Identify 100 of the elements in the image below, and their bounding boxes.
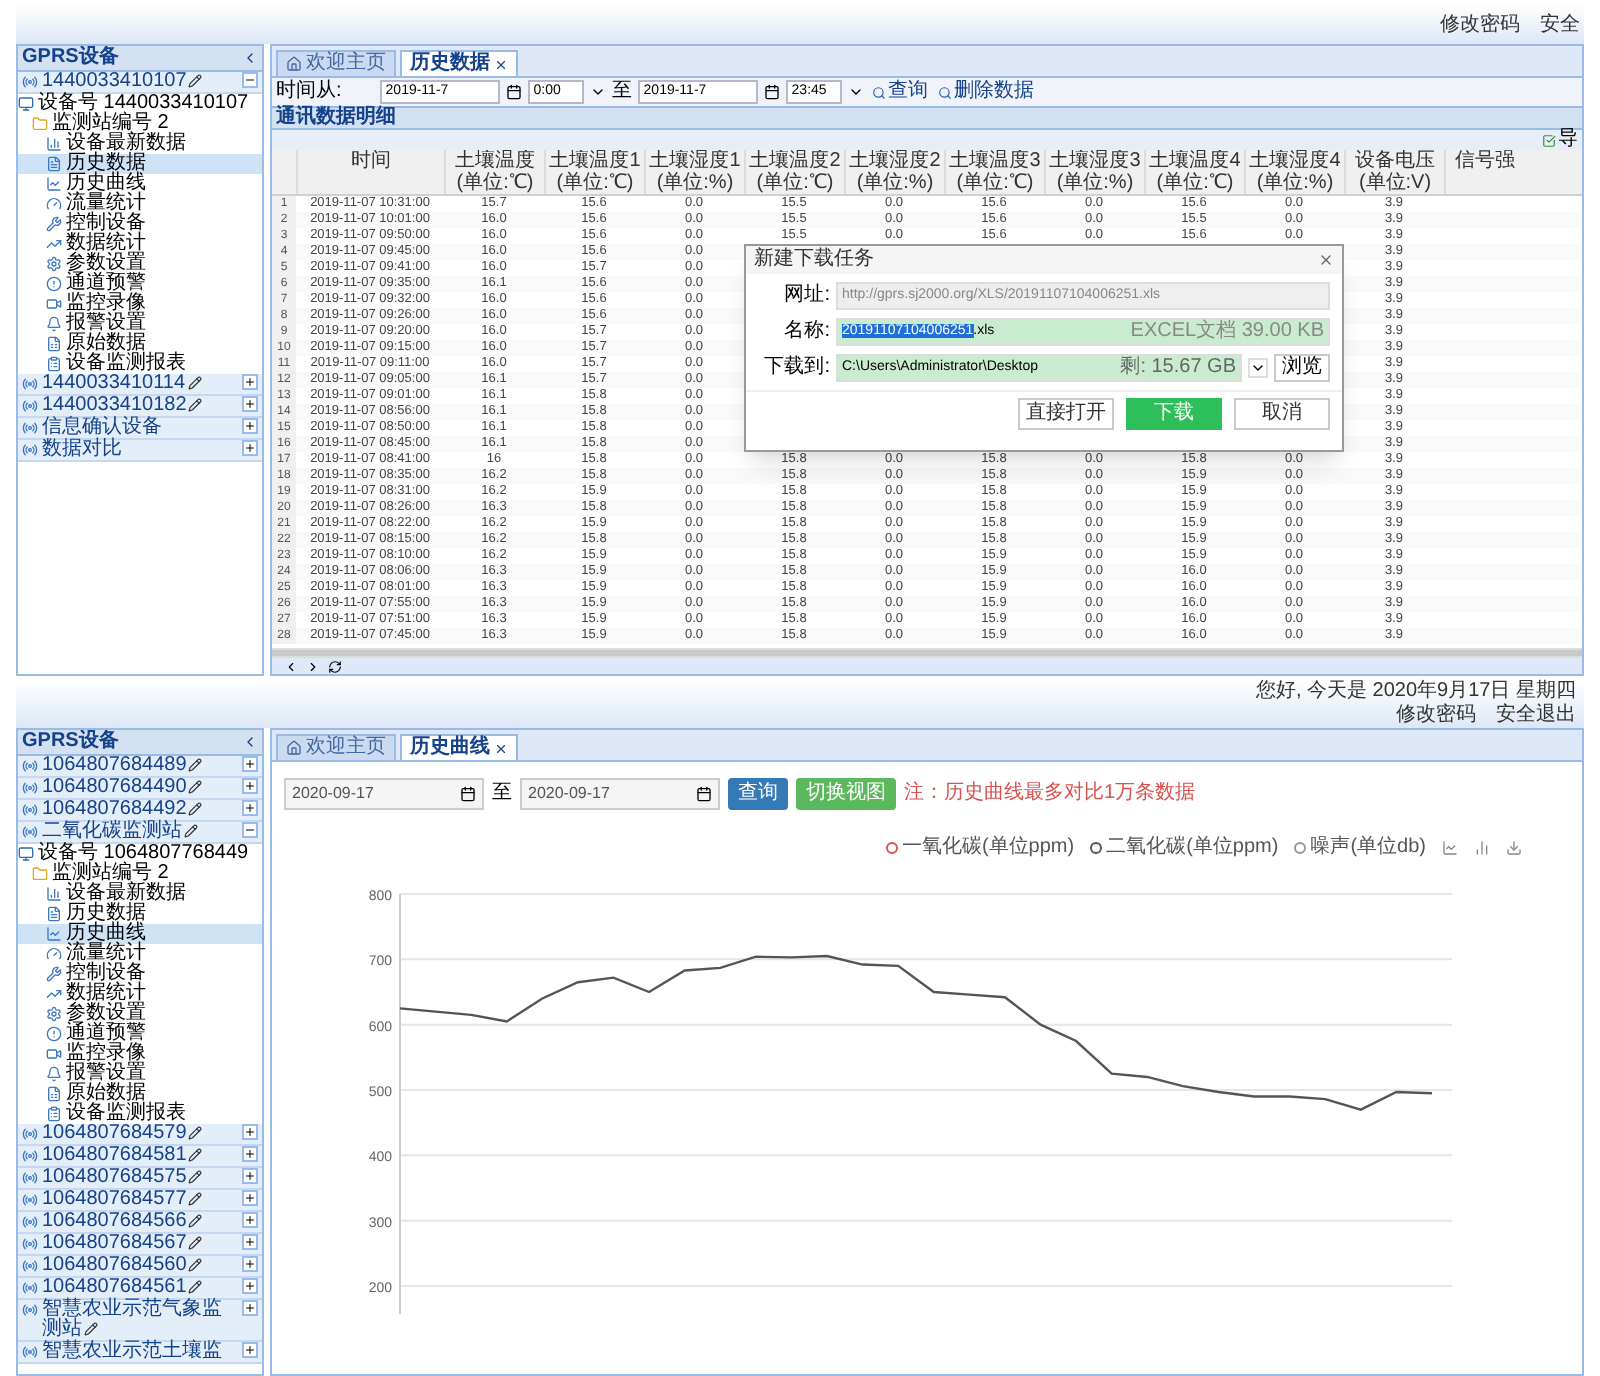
tree-item[interactable]: 历史曲线 bbox=[18, 924, 262, 944]
horizontal-scrollbar[interactable] bbox=[272, 648, 1582, 658]
action-button[interactable]: 查询 bbox=[728, 778, 788, 810]
expand-icon[interactable] bbox=[242, 1256, 258, 1272]
expand-icon[interactable] bbox=[242, 1212, 258, 1228]
expand-icon[interactable] bbox=[242, 418, 258, 434]
tree-item[interactable]: 流量统计 bbox=[18, 194, 262, 214]
calendar-icon[interactable] bbox=[696, 786, 712, 802]
device-group[interactable]: 1064807684560 bbox=[18, 1256, 262, 1278]
device-group[interactable]: 信息确认设备 bbox=[18, 418, 262, 440]
tree-item[interactable]: 参数设置 bbox=[18, 1004, 262, 1024]
tree-item[interactable]: 流量统计 bbox=[18, 944, 262, 964]
device-group[interactable]: 1064807684561 bbox=[18, 1278, 262, 1300]
close-icon[interactable] bbox=[494, 741, 508, 755]
refresh-icon[interactable] bbox=[328, 659, 342, 673]
collapse-icon[interactable] bbox=[242, 72, 258, 88]
device-group[interactable]: 1064807684489 bbox=[18, 756, 262, 778]
edit-icon[interactable] bbox=[187, 375, 202, 390]
collapse-icon[interactable] bbox=[242, 822, 258, 838]
expand-icon[interactable] bbox=[242, 1278, 258, 1294]
edit-icon[interactable] bbox=[188, 1125, 203, 1140]
device-group[interactable]: 1064807684490 bbox=[18, 778, 262, 800]
column-header[interactable]: 信号强 bbox=[1444, 150, 1524, 194]
close-icon[interactable] bbox=[494, 57, 508, 71]
previous-page-icon[interactable] bbox=[284, 659, 298, 673]
expand-icon[interactable] bbox=[242, 1168, 258, 1184]
expand-icon[interactable] bbox=[242, 1234, 258, 1250]
device-group[interactable]: 1440033410182 bbox=[18, 396, 262, 418]
header-link[interactable]: 修改密码 bbox=[1396, 706, 1476, 726]
expand-icon[interactable] bbox=[242, 756, 258, 772]
device-group[interactable]: 1064807684492 bbox=[18, 800, 262, 822]
tree-item[interactable]: 数据统计 bbox=[18, 234, 262, 254]
expand-icon[interactable] bbox=[242, 1124, 258, 1140]
device-group[interactable]: 智慧农业示范气象监测站 bbox=[18, 1300, 262, 1342]
expand-icon[interactable] bbox=[242, 778, 258, 794]
next-page-icon[interactable] bbox=[306, 659, 320, 673]
device-group[interactable]: 1440033410107 bbox=[18, 72, 262, 94]
tree-item[interactable]: 控制设备 bbox=[18, 964, 262, 984]
tab[interactable]: 欢迎主页 bbox=[276, 734, 396, 760]
legend-item[interactable]: 一氧化碳(单位ppm) bbox=[885, 838, 1075, 858]
device-group[interactable]: 1064807684566 bbox=[18, 1212, 262, 1234]
tree-item[interactable]: 原始数据 bbox=[18, 334, 262, 354]
expand-icon[interactable] bbox=[242, 440, 258, 456]
device-group[interactable]: 1064807684577 bbox=[18, 1190, 262, 1212]
header-link[interactable]: 安全退出 bbox=[1496, 706, 1576, 726]
expand-icon[interactable] bbox=[242, 800, 258, 816]
edit-icon[interactable] bbox=[188, 1147, 203, 1162]
tree-item[interactable]: 监控录像 bbox=[18, 1044, 262, 1064]
device-group[interactable]: 1064807684575 bbox=[18, 1168, 262, 1190]
export-label[interactable]: 导 bbox=[1558, 130, 1578, 150]
tree-item[interactable]: 参数设置 bbox=[18, 254, 262, 274]
edit-icon[interactable] bbox=[188, 1191, 203, 1206]
device-group[interactable]: 智慧农业示范土壤监 bbox=[18, 1342, 262, 1364]
tree-item[interactable]: 历史数据 bbox=[18, 904, 262, 924]
tree-item[interactable]: 原始数据 bbox=[18, 1084, 262, 1104]
edit-icon[interactable] bbox=[188, 1235, 203, 1250]
export-icon[interactable] bbox=[1542, 133, 1556, 147]
edit-icon[interactable] bbox=[188, 801, 203, 816]
calendar-icon[interactable] bbox=[460, 786, 476, 802]
legend-item[interactable]: 二氧化碳(单位ppm) bbox=[1090, 838, 1279, 858]
line-chart-icon[interactable] bbox=[1442, 840, 1458, 856]
expand-icon[interactable] bbox=[242, 1300, 258, 1316]
expand-icon[interactable] bbox=[242, 1190, 258, 1206]
header-link[interactable]: 安全 bbox=[1540, 16, 1580, 36]
tree-item[interactable]: 设备监测报表 bbox=[18, 1104, 262, 1124]
edit-icon[interactable] bbox=[188, 1279, 203, 1294]
device-group[interactable]: 二氧化碳监测站 bbox=[18, 822, 262, 844]
tree-item[interactable]: 通道预警 bbox=[18, 1024, 262, 1044]
expand-icon[interactable] bbox=[242, 1342, 258, 1358]
tree-item[interactable]: 设备最新数据 bbox=[18, 134, 262, 154]
tree-item[interactable]: 报警设置 bbox=[18, 1064, 262, 1084]
bar-chart-icon[interactable] bbox=[1474, 840, 1490, 856]
tab[interactable]: 历史曲线 bbox=[400, 734, 518, 760]
tab[interactable]: 欢迎主页 bbox=[276, 50, 396, 76]
dropdown-icon[interactable] bbox=[847, 84, 864, 100]
close-icon[interactable] bbox=[1318, 252, 1334, 268]
edit-icon[interactable] bbox=[188, 1213, 203, 1228]
tree-node[interactable]: 设备号 1064807768449 bbox=[18, 844, 262, 864]
toolbar-button[interactable]: 查询 bbox=[869, 82, 930, 102]
tree-item[interactable]: 通道预警 bbox=[18, 274, 262, 294]
calendar-icon[interactable] bbox=[505, 84, 522, 100]
collapse-icon[interactable] bbox=[242, 734, 258, 750]
edit-icon[interactable] bbox=[188, 73, 203, 88]
tree-node[interactable]: 监测站编号 2 bbox=[18, 114, 262, 134]
dialog-button[interactable]: 直接打开 bbox=[1018, 398, 1114, 430]
device-group[interactable]: 1064807684579 bbox=[18, 1124, 262, 1146]
collapse-icon[interactable] bbox=[242, 50, 258, 66]
legend-item[interactable]: 噪声(单位db) bbox=[1294, 838, 1426, 858]
tree-item[interactable]: 设备监测报表 bbox=[18, 354, 262, 374]
toolbar-button[interactable]: 删除数据 bbox=[935, 82, 1036, 102]
edit-icon[interactable] bbox=[184, 823, 198, 838]
tree-item[interactable]: 设备最新数据 bbox=[18, 884, 262, 904]
tree-item[interactable]: 数据统计 bbox=[18, 984, 262, 1004]
edit-icon[interactable] bbox=[84, 1321, 98, 1336]
browse-button[interactable]: 浏览 bbox=[1274, 354, 1330, 382]
tree-node[interactable]: 监测站编号 2 bbox=[18, 864, 262, 884]
edit-icon[interactable] bbox=[188, 757, 203, 772]
dialog-button[interactable]: 取消 bbox=[1234, 398, 1330, 430]
end-date-field[interactable]: 2020-09-17 bbox=[520, 778, 720, 810]
tree-node[interactable]: 设备号 1440033410107 bbox=[18, 94, 262, 114]
